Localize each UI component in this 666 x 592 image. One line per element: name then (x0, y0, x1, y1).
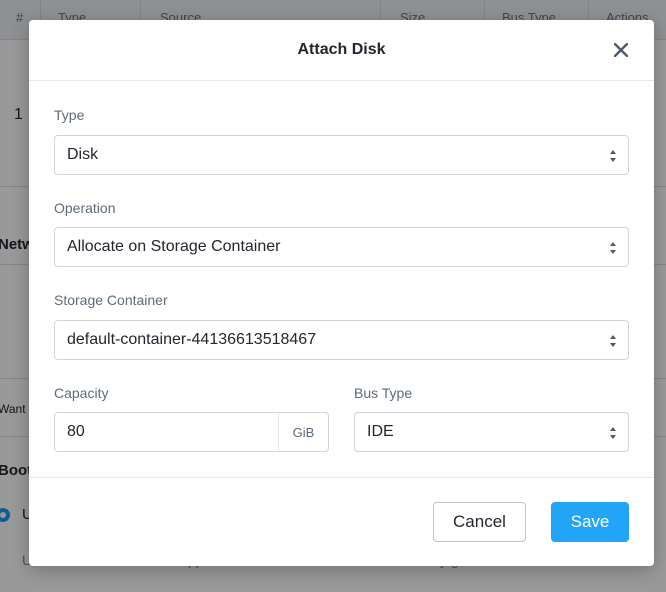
attach-disk-dialog: Attach Disk Type Disk Operation Allocate… (29, 20, 654, 566)
dialog-title: Attach Disk (297, 41, 386, 58)
storage-container-label: Storage Container (54, 292, 168, 308)
bus-type-select[interactable]: IDE (354, 412, 629, 452)
type-select-value: Disk (67, 146, 99, 163)
type-label: Type (54, 107, 85, 123)
close-icon[interactable] (612, 41, 630, 59)
chevron-updown-icon (610, 335, 616, 347)
footer-divider (29, 477, 654, 478)
operation-select[interactable]: Allocate on Storage Container (54, 227, 629, 267)
capacity-input-group: GiB (54, 412, 329, 452)
storage-container-select[interactable]: default-container-44136613518467 (54, 320, 629, 360)
chevron-updown-icon (610, 242, 616, 254)
bus-type-select-value: IDE (367, 423, 394, 440)
bus-type-label: Bus Type (354, 385, 413, 401)
close-icon-glyph (614, 43, 628, 57)
dialog-header: Attach Disk (29, 20, 654, 81)
cancel-button[interactable]: Cancel (433, 502, 526, 542)
operation-select-value: Allocate on Storage Container (67, 238, 281, 255)
save-button[interactable]: Save (551, 502, 629, 542)
chevron-updown-icon (610, 150, 616, 162)
type-select[interactable]: Disk (54, 135, 629, 175)
capacity-input[interactable] (55, 413, 278, 451)
capacity-unit: GiB (278, 413, 328, 451)
storage-container-select-value: default-container-44136613518467 (67, 331, 317, 348)
operation-label: Operation (54, 200, 116, 216)
chevron-updown-icon (610, 427, 616, 439)
capacity-label: Capacity (54, 385, 109, 401)
